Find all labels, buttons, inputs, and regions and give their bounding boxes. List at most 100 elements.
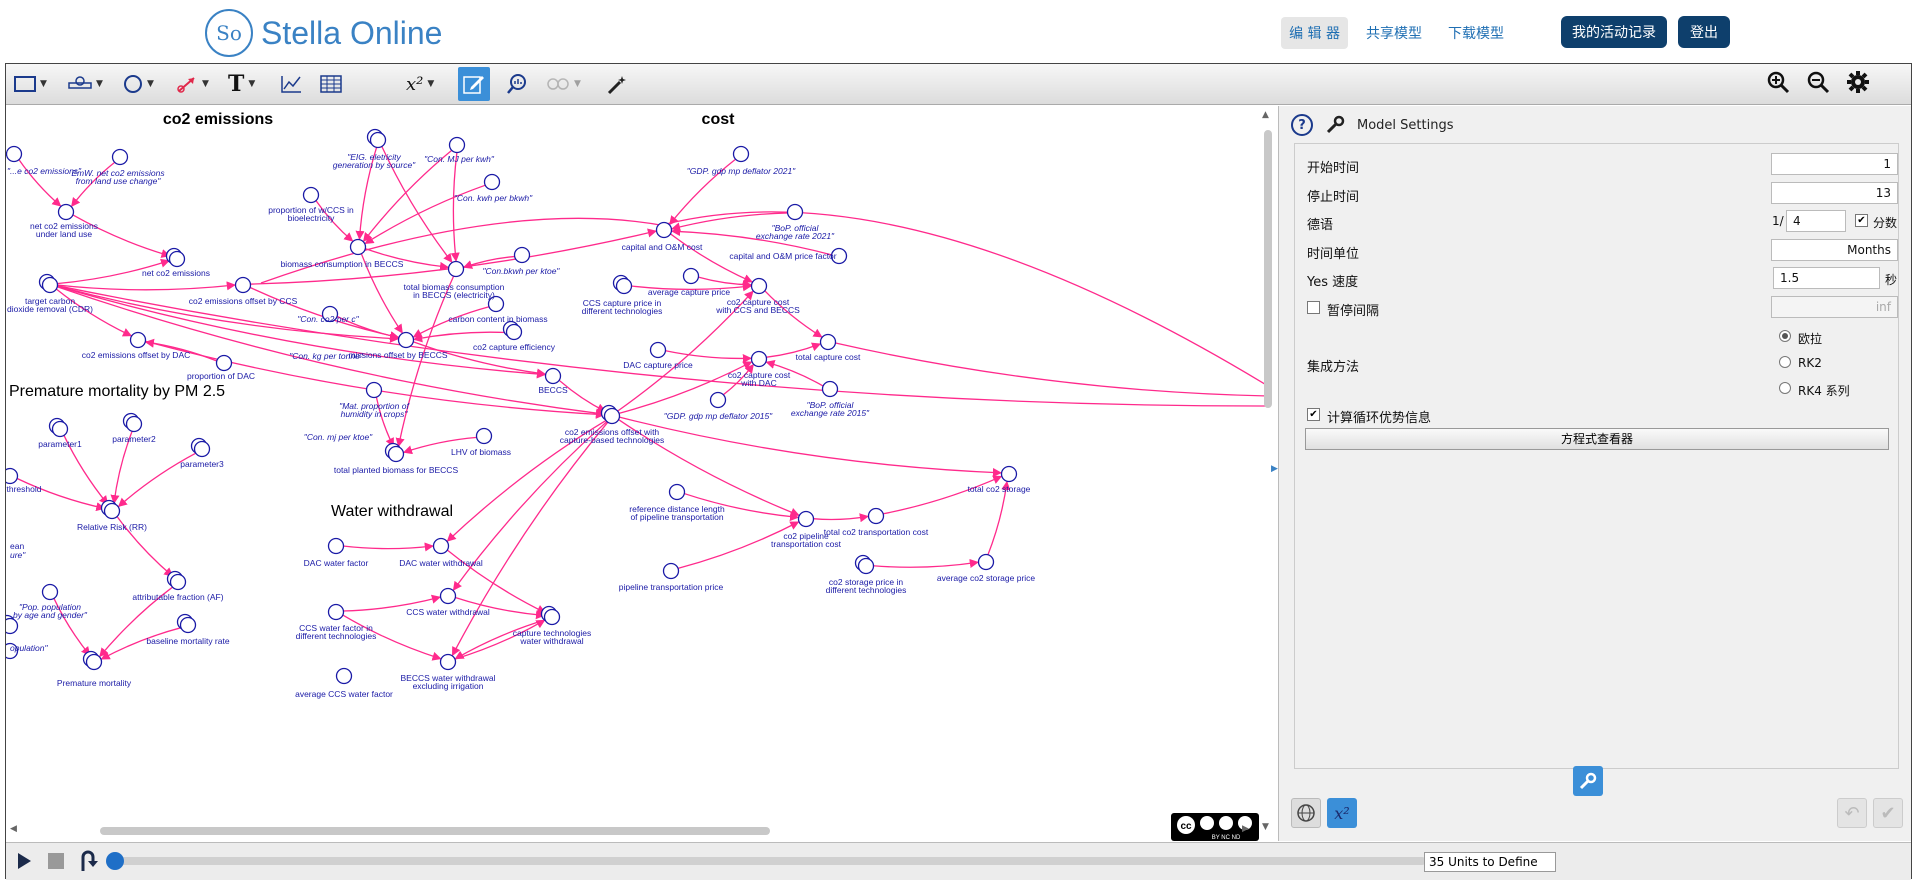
connector-link[interactable] (812, 513, 869, 523)
scroll-down-arrow[interactable]: ▼ (1262, 822, 1269, 832)
canvas-horizontal-scrollbar[interactable]: ◀ ▶ (10, 824, 1260, 836)
diagram-label[interactable]: carbon content in biomass (448, 314, 547, 324)
pause-interval-checkbox[interactable] (1307, 301, 1320, 314)
zoom-in-button[interactable] (1766, 70, 1790, 100)
diagram-label[interactable]: opulation" (10, 643, 49, 653)
logout-button[interactable]: 登出 (1678, 16, 1730, 48)
converter-node[interactable] (111, 148, 129, 166)
table-tool[interactable] (320, 70, 342, 98)
diagram-label[interactable]: BECCS (538, 385, 568, 395)
converter-node[interactable] (750, 277, 768, 295)
converter-node[interactable] (122, 412, 143, 433)
converter-node[interactable] (540, 605, 561, 626)
converter-node[interactable] (544, 367, 562, 385)
connector-link[interactable] (56, 285, 400, 343)
converter-node[interactable] (57, 203, 75, 221)
text-tool[interactable]: T ▼ (228, 70, 255, 98)
converter-node[interactable] (6, 467, 19, 485)
diagram-label[interactable]: net co2 emissions (142, 268, 210, 278)
diagram-label[interactable]: parameter2 (112, 434, 156, 444)
converter-node[interactable] (327, 537, 345, 555)
diagram-label[interactable]: of pipeline transportation (630, 512, 723, 522)
diagram-label[interactable]: Premature mortality (57, 678, 132, 688)
zoom-out-button[interactable] (1806, 70, 1830, 100)
diagram-label[interactable]: in BECCS (electricity) (413, 290, 495, 300)
stop-button[interactable] (48, 853, 64, 869)
converter-node[interactable] (668, 483, 686, 501)
converter-node[interactable] (600, 404, 621, 425)
dt-fraction-checkbox[interactable]: ✔ (1855, 214, 1868, 227)
converter-node[interactable] (977, 553, 995, 571)
converter-node[interactable] (176, 613, 197, 634)
diagram-label[interactable]: "GDP. gdp mp deflator 2015" (664, 411, 773, 421)
stella-logo[interactable]: So Stella Online (205, 9, 442, 57)
diagram-label[interactable]: missions offset by BECCS (348, 350, 447, 360)
diagram-label[interactable]: different technologies (296, 631, 377, 641)
diagram-label[interactable]: Relative Risk (RR) (77, 522, 147, 532)
diagram-label[interactable]: different technologies (582, 306, 663, 316)
converter-node[interactable] (349, 238, 367, 256)
converter-node[interactable] (41, 583, 59, 601)
converter-node[interactable] (612, 274, 633, 295)
settings-wrench-button[interactable] (1573, 766, 1603, 796)
connector-link[interactable] (834, 342, 1268, 397)
diagram-label[interactable]: total capture cost (796, 352, 861, 362)
connector-link[interactable] (260, 217, 667, 284)
equation-tool[interactable]: x² ▼ (406, 70, 434, 98)
equation-viewer-button[interactable]: 方程式查看器 (1305, 428, 1889, 450)
help-icon[interactable]: ? (1291, 114, 1313, 136)
speed-input[interactable]: 1.5 (1773, 267, 1880, 289)
connector-link[interactable] (395, 275, 455, 448)
timeline-track[interactable] (111, 857, 1426, 865)
diagram-label[interactable]: "Con. mj per ktoe" (304, 432, 373, 442)
converter-node[interactable] (821, 380, 839, 398)
connector-link[interactable] (450, 151, 460, 262)
converter-node[interactable] (682, 267, 700, 285)
converter-tool[interactable]: ▼ (123, 70, 154, 98)
converter-node[interactable] (100, 499, 121, 520)
globe-button[interactable] (1291, 798, 1321, 828)
diagram-label[interactable]: with DAC (740, 378, 776, 388)
diagram-label[interactable]: average CCS water factor (295, 689, 393, 699)
converter-node[interactable] (397, 331, 415, 349)
diagram-label[interactable]: "Con.bkwh per ktoe" (483, 266, 561, 276)
converter-node[interactable] (38, 273, 59, 294)
model-diagram[interactable]: "...e co2 emissions"EmW. net co2 emissio… (6, 106, 1268, 841)
diagram-label[interactable]: DAC water withdrawal (399, 558, 483, 568)
diagram-label[interactable]: exchange rate 2021" (756, 231, 835, 241)
converter-node[interactable] (165, 247, 186, 268)
diagram-label[interactable]: attributable fraction (AF) (132, 592, 223, 602)
diagram-label[interactable]: total co2 storage (968, 484, 1031, 494)
scroll-right-arrow[interactable]: ▶ (1242, 824, 1249, 834)
connector-link[interactable] (56, 281, 236, 291)
diagram-label[interactable]: biomass consumption in BECCS (281, 259, 404, 269)
vertical-scroll-thumb[interactable] (1264, 130, 1272, 408)
diagram-label[interactable]: capital and O&M price factor (729, 251, 836, 261)
diagram-label[interactable]: under land use (36, 229, 93, 239)
converter-node[interactable] (82, 650, 103, 671)
converter-node[interactable] (335, 667, 353, 685)
dt-input[interactable]: 4 (1786, 210, 1846, 232)
diagram-label[interactable]: co2 capture efficiency (473, 342, 556, 352)
diagram-label[interactable]: co2 emissions offset by DAC (82, 350, 191, 360)
connector-link[interactable] (342, 542, 434, 552)
nav-editor[interactable]: 编 辑 器 (1281, 17, 1348, 49)
converter-node[interactable] (854, 554, 875, 575)
apply-button[interactable]: ✔ (1873, 798, 1903, 828)
diagram-label[interactable]: exchange rate 2015" (791, 408, 870, 418)
converter-node[interactable] (513, 246, 531, 264)
diagram-label[interactable]: transportation cost (771, 539, 842, 549)
converter-node[interactable] (819, 333, 837, 351)
diagram-label[interactable]: from land use change" (76, 176, 162, 186)
method-euler-radio[interactable] (1779, 330, 1791, 342)
converter-node[interactable] (1000, 465, 1018, 483)
converter-node[interactable] (6, 145, 23, 163)
converter-node[interactable] (166, 570, 187, 591)
converter-node[interactable] (502, 320, 523, 341)
loop-tool[interactable]: ▼ (546, 70, 581, 98)
converter-node[interactable] (215, 354, 233, 372)
converter-node[interactable] (366, 128, 387, 149)
explore-tool[interactable] (506, 70, 528, 98)
diagram-label[interactable]: with CCS and BECCS (715, 305, 800, 315)
converter-node[interactable] (867, 507, 885, 525)
